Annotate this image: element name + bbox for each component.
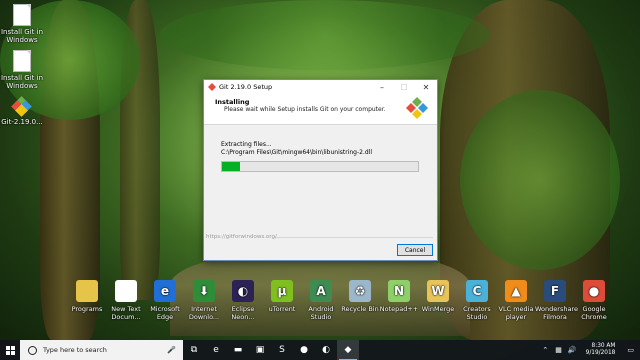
notification-icon[interactable]: ▭: [627, 346, 634, 354]
taskbar-sublime-icon[interactable]: S: [271, 340, 293, 360]
volume-icon[interactable]: 🔊: [568, 346, 577, 354]
app-icon: ▲: [505, 280, 527, 302]
desktop-icon-10[interactable]: C Creators Studio: [457, 280, 497, 321]
app-icon: ⬇: [193, 280, 215, 302]
desktop-icon-label: VLC media player: [498, 305, 534, 321]
microphone-icon[interactable]: 🎤: [167, 346, 176, 354]
status-text: Extracting files...: [221, 141, 272, 148]
desktop-icon-9[interactable]: W WinMerge: [418, 280, 458, 313]
dialog-title: Git 2.19.0 Setup: [219, 83, 273, 91]
taskbar-git-setup-icon[interactable]: ◆: [337, 340, 359, 360]
desktop-icon-label: Eclipse Neon...: [231, 305, 255, 321]
network-icon[interactable]: ▦: [555, 346, 562, 354]
desktop-icon-3[interactable]: ⬇ Internet Downlo...: [184, 280, 224, 321]
git-setup-dialog: Git 2.19.0 Setup – ☐ ✕ Installing Please…: [203, 79, 438, 261]
dialog-titlebar[interactable]: Git 2.19.0 Setup – ☐ ✕: [204, 80, 437, 94]
app-icon: [115, 280, 137, 302]
app-icon: e: [154, 280, 176, 302]
windows-icon: [5, 345, 15, 355]
document-icon: [13, 4, 31, 26]
desktop-icon-label: Wondershare Filmora: [535, 305, 578, 321]
taskbar-apps: ⧉ e ▬ ▣ S ● ◐ ◆: [183, 340, 359, 360]
desktop-icon-label: WinMerge: [421, 305, 455, 313]
header-title: Installing: [215, 98, 250, 106]
app-icon: N: [388, 280, 410, 302]
desktop-icon-1[interactable]: New Text Docum...: [106, 280, 146, 321]
desktop-icon-5[interactable]: µ uTorrent: [262, 280, 302, 313]
app-icon: ♻: [349, 280, 371, 302]
file-path-text: C:\Program Files\Git\mingw64\bin\libunis…: [221, 149, 372, 156]
desktop-icon-label: Creators Studio: [463, 305, 491, 321]
taskbar-search[interactable]: Type here to search 🎤: [20, 340, 183, 360]
cancel-button[interactable]: Cancel: [397, 244, 433, 256]
desktop-icon-label: Notepad++: [379, 305, 419, 313]
desktop-icon-label: Google Chrome: [581, 305, 607, 321]
maximize-button: ☐: [400, 82, 408, 92]
desktop-icon-4[interactable]: ◐ Eclipse Neon...: [223, 280, 263, 321]
git-logo-icon: [208, 83, 216, 91]
taskbar-eclipse-icon[interactable]: ◐: [315, 340, 337, 360]
taskbar-store-icon[interactable]: ▣: [249, 340, 271, 360]
clock-date: 9/19/2018: [585, 350, 616, 356]
app-icon: F: [544, 280, 566, 302]
app-icon: A: [310, 280, 332, 302]
app-icon: µ: [271, 280, 293, 302]
desktop-icon-6[interactable]: A Android Studio: [301, 280, 341, 321]
gitforwindows-link: https://gitforwindows.org/: [206, 234, 277, 240]
dialog-body: Extracting files... C:\Program Files\Git…: [204, 125, 437, 235]
start-button[interactable]: [0, 340, 20, 360]
chevron-up-icon[interactable]: ⌃: [542, 346, 548, 354]
app-icon: ◐: [232, 280, 254, 302]
close-button[interactable]: ✕: [415, 80, 437, 94]
taskbar: Type here to search 🎤 ⧉ e ▬ ▣ S ● ◐ ◆ ⌃ ▦ 🔊 8:3…: [0, 340, 640, 360]
desktop-icon-label: uTorrent: [268, 305, 296, 313]
desktop-icon-install-git[interactable]: Install Git in Windows: [0, 4, 44, 44]
desktop-icon-label: Android Studio: [308, 305, 334, 321]
cortana-icon: [28, 345, 37, 355]
desktop-icon-2[interactable]: e Microsoft Edge: [145, 280, 185, 321]
header-subtitle: Please wait while Setup installs Git on …: [224, 106, 386, 113]
git-logo-icon: [405, 96, 429, 120]
app-icon: [76, 280, 98, 302]
desktop-icon-label: Microsoft Edge: [150, 305, 180, 321]
desktop-icon-12[interactable]: F Wondershare Filmora: [535, 280, 578, 321]
desktop-icon-install-git-2[interactable]: Install Git in Windows: [0, 50, 44, 90]
document-icon: [13, 50, 31, 72]
desktop-icon-0[interactable]: Programs: [67, 280, 107, 313]
taskbar-task-view-icon[interactable]: ⧉: [183, 340, 205, 360]
divider: [276, 237, 433, 238]
app-icon: ●: [583, 280, 605, 302]
minimize-button[interactable]: –: [371, 80, 393, 94]
desktop-icon-label: Programs: [71, 305, 103, 313]
desktop-icon-label: Internet Downlo...: [188, 305, 220, 321]
app-icon: C: [466, 280, 488, 302]
desktop-icon-13[interactable]: ● Google Chrome: [574, 280, 614, 321]
desktop-icon-8[interactable]: N Notepad++: [379, 280, 419, 313]
desktop-icon-git-installer[interactable]: Git-2.19.0...: [0, 96, 44, 126]
taskbar-file-explorer-icon[interactable]: ▬: [227, 340, 249, 360]
progress-bar: [221, 161, 419, 172]
search-placeholder: Type here to search: [43, 346, 107, 354]
taskbar-chrome-icon[interactable]: ●: [293, 340, 315, 360]
git-logo-icon: [11, 96, 32, 117]
app-icon: W: [427, 280, 449, 302]
desktop-icon-11[interactable]: ▲ VLC media player: [496, 280, 536, 321]
clock[interactable]: 8:30 AM 9/19/2018: [586, 343, 616, 357]
desktop-icon-label: Recycle Bin: [341, 305, 379, 313]
progress-bar-fill: [222, 162, 240, 171]
taskbar-edge-icon[interactable]: e: [205, 340, 227, 360]
system-tray: ⌃ ▦ 🔊 8:30 AM 9/19/2018 ▭: [538, 340, 640, 360]
dialog-header: Installing Please wait while Setup insta…: [204, 94, 437, 125]
clock-time: 8:30 AM: [591, 343, 616, 349]
desktop-icon-7[interactable]: ♻ Recycle Bin: [340, 280, 380, 313]
desktop-icon-label: New Text Docum...: [111, 305, 141, 321]
